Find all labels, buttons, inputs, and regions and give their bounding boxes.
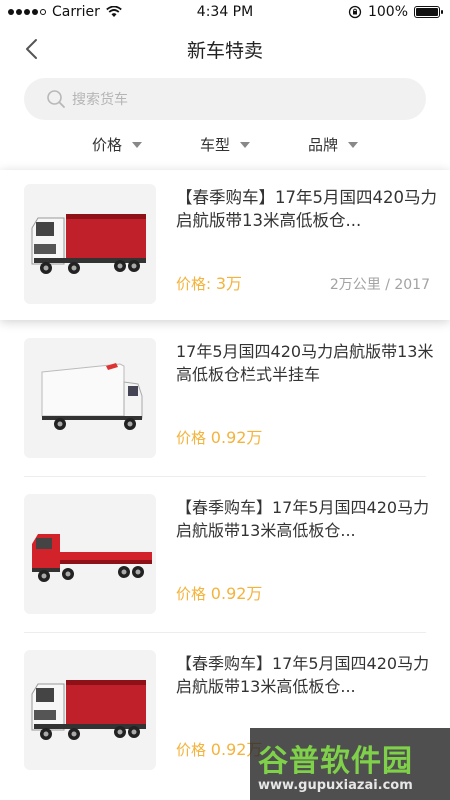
filter-model[interactable]: 车型 — [200, 134, 251, 155]
status-bar: Carrier 4:34 PM 100% — [0, 0, 450, 26]
red-flatbed-truck-image — [32, 534, 152, 582]
search-input[interactable]: 搜索货车 — [24, 78, 426, 120]
listing-price-row: 价格: 3万 2万公里 / 2017 — [176, 270, 430, 294]
page-title: 新车特卖 — [186, 40, 263, 62]
caret-down-icon — [240, 141, 251, 148]
listing-title: 【春季购车】17年5月国四420马力启航版带13米高低板仓... — [176, 188, 437, 230]
price-label: 价格 — [176, 741, 207, 759]
listing-price: 价格: 3万 — [176, 270, 242, 294]
price-value: 3万 — [215, 274, 243, 293]
price-label: 价格 — [176, 429, 207, 447]
price-label: 价格 — [176, 585, 207, 603]
listing-price: 价格 0.92万 — [176, 424, 262, 448]
price-value: 0.92万 — [210, 428, 263, 447]
divider — [24, 476, 426, 477]
nav-bar: 新车特卖 — [0, 26, 450, 72]
truck-thumbnail — [24, 494, 156, 614]
filter-brand-label: 品牌 — [308, 136, 339, 154]
filter-model-label: 车型 — [200, 136, 231, 154]
white-light-truck-image — [41, 363, 143, 430]
watermark-url: www.gupuxiazai.com — [258, 778, 413, 793]
caret-down-icon — [348, 141, 359, 148]
red-box-truck-image — [31, 214, 146, 274]
divider — [24, 632, 426, 633]
listing-title: 17年5月国四420马力启航版带13米高低板仓栏式半挂车 — [176, 342, 434, 384]
battery-icon — [414, 6, 443, 18]
filter-brand[interactable]: 品牌 — [308, 134, 359, 155]
price-value: 0.92万 — [210, 584, 263, 603]
red-box-truck-image — [31, 680, 146, 740]
truck-thumbnail — [24, 184, 156, 304]
search-icon — [47, 90, 65, 108]
orientation-lock-icon — [348, 5, 362, 19]
listing-mileage-year: 2万公里 / 2017 — [329, 277, 430, 293]
listing-price: 价格 0.92万 — [176, 580, 262, 604]
site-watermark: 谷普软件园 www.gupuxiazai.com — [250, 728, 450, 800]
filter-price[interactable]: 价格 — [92, 134, 143, 155]
status-right: 100% — [348, 4, 443, 20]
listing-price-row: 价格 0.92万 — [176, 580, 430, 604]
listing-title: 【春季购车】17年5月国四420马力启航版带13米高低板仓... — [176, 654, 430, 696]
listing-card[interactable]: 【春季购车】17年5月国四420马力启航版带13米高低板仓... 价格: 3万 … — [0, 170, 450, 320]
battery-percent: 100% — [367, 4, 408, 20]
filter-price-label: 价格 — [92, 136, 123, 154]
truck-thumbnail — [24, 338, 156, 458]
watermark-title: 谷普软件园 — [258, 744, 413, 779]
listing-title: 【春季购车】17年5月国四420马力启航版带13米高低板仓... — [176, 498, 430, 540]
caret-down-icon — [132, 141, 143, 148]
listing-card[interactable]: 17年5月国四420马力启航版带13米高低板仓栏式半挂车 价格 0.92万 — [0, 338, 450, 462]
truck-thumbnail — [24, 650, 156, 770]
search-placeholder: 搜索货车 — [72, 92, 128, 108]
filter-bar: 价格 车型 品牌 — [0, 134, 450, 156]
price-label: 价格: — [176, 275, 212, 293]
listing-price-row: 价格 0.92万 — [176, 424, 430, 448]
listing-card[interactable]: 【春季购车】17年5月国四420马力启航版带13米高低板仓... 价格 0.92… — [0, 494, 450, 618]
